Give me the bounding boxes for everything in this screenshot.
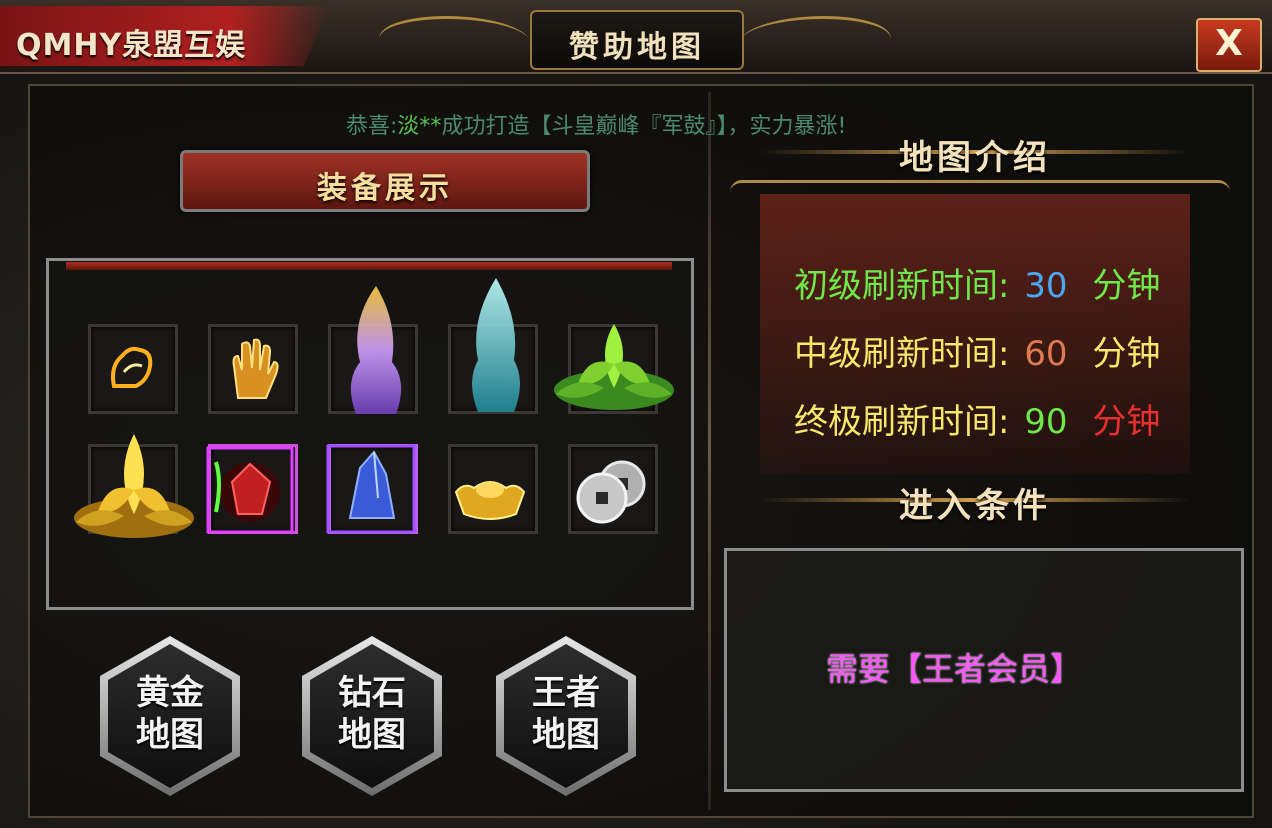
equipment-title-banner: 装备展示	[180, 150, 590, 212]
title-ornament-left	[371, 16, 539, 65]
coins-icon	[566, 450, 654, 534]
refresh-unit: 分钟	[1092, 266, 1161, 306]
intro-title-banner: 地图介绍	[760, 126, 1190, 178]
gold-map-button[interactable]: 黄金 地图	[100, 636, 240, 796]
requirement-prefix: 需要	[826, 650, 891, 688]
gold-map-label-1: 黄金	[136, 673, 204, 713]
broadcast-player: 淡**	[397, 114, 442, 139]
diamond-map-label-1: 钻石	[338, 673, 406, 713]
king-map-button[interactable]: 王者 地图	[496, 636, 636, 796]
gold-ingot-icon	[448, 450, 532, 534]
refresh-value: 30	[1024, 266, 1068, 306]
king-map-label-2: 地图	[532, 715, 600, 755]
conditions-title: 进入条件	[899, 486, 1051, 526]
refresh-label: 初级刷新时间:	[794, 266, 1010, 306]
brand-logo: QMHY泉盟互娱	[0, 6, 330, 66]
equipment-box-header	[66, 262, 672, 270]
golden-lotus-icon	[70, 424, 198, 544]
broadcast-prefix: 恭喜:	[346, 114, 398, 139]
refresh-unit: 分钟	[1092, 402, 1161, 442]
brand-logo-text: QMHY泉盟互娱	[16, 28, 247, 63]
flame-fist-icon	[98, 334, 168, 404]
title-box: 赞助地图	[530, 10, 744, 70]
requirement-text: 需要【王者会员】	[826, 644, 1082, 690]
refresh-row-mid: 中级刷新时间: 60 分钟	[794, 326, 1160, 375]
equipment-title: 装备展示	[317, 171, 453, 206]
refresh-label: 中级刷新时间:	[794, 334, 1010, 374]
red-gem-icon	[200, 440, 300, 540]
refresh-unit: 分钟	[1092, 334, 1161, 374]
golden-palm-icon	[216, 330, 290, 408]
refresh-row-ultimate: 终极刷新时间: 90 分钟	[794, 394, 1160, 443]
refresh-row-basic: 初级刷新时间: 30 分钟	[794, 258, 1160, 307]
intro-title: 地图介绍	[899, 138, 1051, 178]
cyan-flame-icon	[456, 276, 536, 416]
close-button[interactable]: X	[1196, 18, 1262, 72]
blue-crystal-icon	[318, 436, 422, 540]
title-ornament-right	[731, 16, 899, 65]
window-title: 赞助地图	[569, 30, 705, 65]
gold-map-label-2: 地图	[136, 715, 204, 755]
requirement-value: 【王者会员】	[890, 650, 1083, 688]
conditions-title-banner: 进入条件	[760, 474, 1190, 526]
purple-flame-icon	[336, 282, 416, 418]
green-lotus-icon	[548, 304, 680, 416]
king-map-label-1: 王者	[532, 673, 600, 713]
title-plate: 赞助地图	[371, 4, 899, 70]
diamond-map-button[interactable]: 钻石 地图	[302, 636, 442, 796]
refresh-value: 60	[1024, 334, 1068, 374]
refresh-value: 90	[1024, 402, 1068, 442]
refresh-label: 终极刷新时间:	[794, 402, 1010, 442]
panel-divider	[708, 92, 711, 810]
diamond-map-label-2: 地图	[338, 715, 406, 755]
